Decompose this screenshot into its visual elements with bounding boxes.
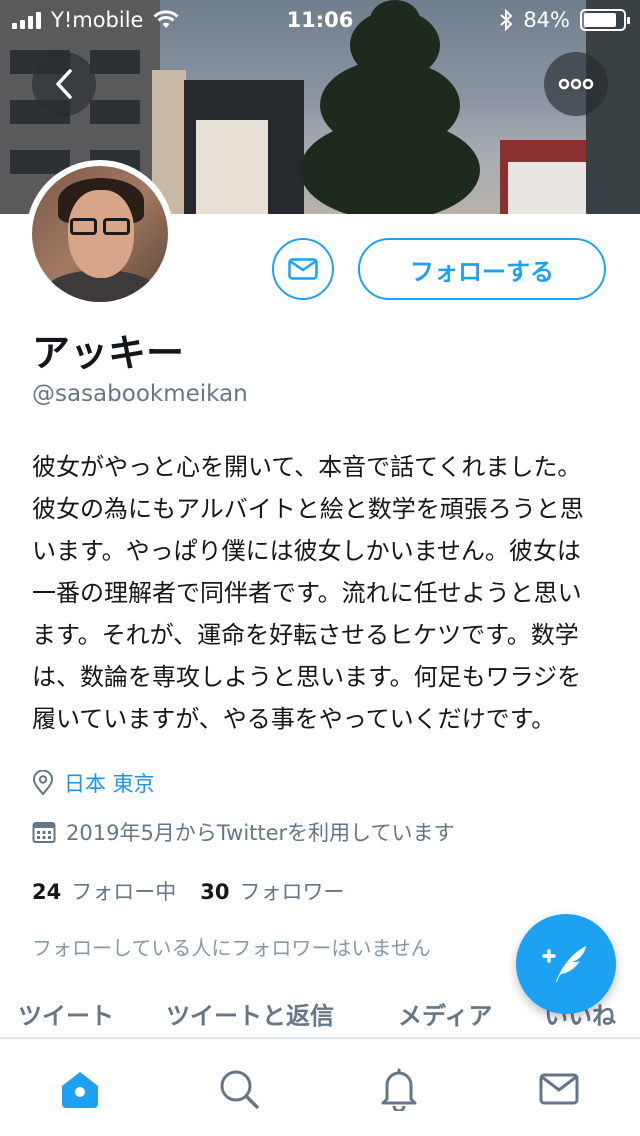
following-count[interactable]: 24 (32, 880, 61, 904)
follow-counts: 24 フォロー中 30 フォロワー (32, 876, 358, 906)
avatar[interactable] (26, 160, 174, 308)
profile-location: 日本 東京 (32, 768, 155, 798)
back-arrow-icon (56, 69, 72, 99)
profile-handle: @sasabookmeikan (32, 381, 248, 407)
following-label[interactable]: フォロー中 (71, 876, 176, 906)
nav-search[interactable] (215, 1065, 263, 1113)
back-button[interactable] (32, 52, 96, 116)
nav-notifications[interactable] (375, 1065, 423, 1113)
search-icon (220, 1070, 259, 1109)
tab-tweets-and-replies[interactable]: ツイートと返信 (166, 996, 334, 1031)
mutual-followers-note: フォローしている人にフォロワーはいません (32, 936, 431, 960)
calendar-icon (32, 822, 56, 843)
joined-text: 2019年5月からTwitterを利用しています (66, 821, 455, 845)
location-text[interactable]: 日本 東京 (64, 768, 155, 798)
notifications-icon (381, 1068, 417, 1111)
battery-icon (580, 9, 630, 31)
followers-label[interactable]: フォロワー (239, 876, 344, 906)
battery-percent: 84% (523, 8, 570, 32)
bluetooth-icon (500, 9, 513, 31)
more-options-icon (558, 78, 594, 90)
more-options-button[interactable] (544, 52, 608, 116)
home-icon (62, 1072, 98, 1108)
message-button[interactable] (272, 238, 334, 300)
avatar-image (32, 166, 168, 302)
status-bar: Y!mobile 11:06 84% (0, 0, 640, 40)
followers-count[interactable]: 30 (200, 880, 229, 904)
nav-messages[interactable] (535, 1065, 583, 1113)
compose-tweet-icon (542, 946, 586, 982)
tab-tweets[interactable]: ツイート (18, 996, 114, 1031)
location-pin-icon (32, 770, 54, 796)
tab-media[interactable]: メディア (398, 996, 492, 1031)
bottom-navigation (0, 1038, 640, 1136)
profile-bio: 彼女がやっと心を開いて、本音で話てくれました。彼女の為にもアルバイトと絵と数学を… (32, 453, 584, 733)
profile-joined: 2019年5月からTwitterを利用しています (32, 817, 455, 847)
profile-name: アッキー (32, 331, 185, 375)
envelope-icon (288, 258, 318, 280)
compose-tweet-button[interactable] (516, 914, 616, 1014)
follow-button[interactable]: フォローする (358, 238, 606, 300)
messages-icon (539, 1073, 579, 1105)
nav-home[interactable] (56, 1065, 104, 1113)
